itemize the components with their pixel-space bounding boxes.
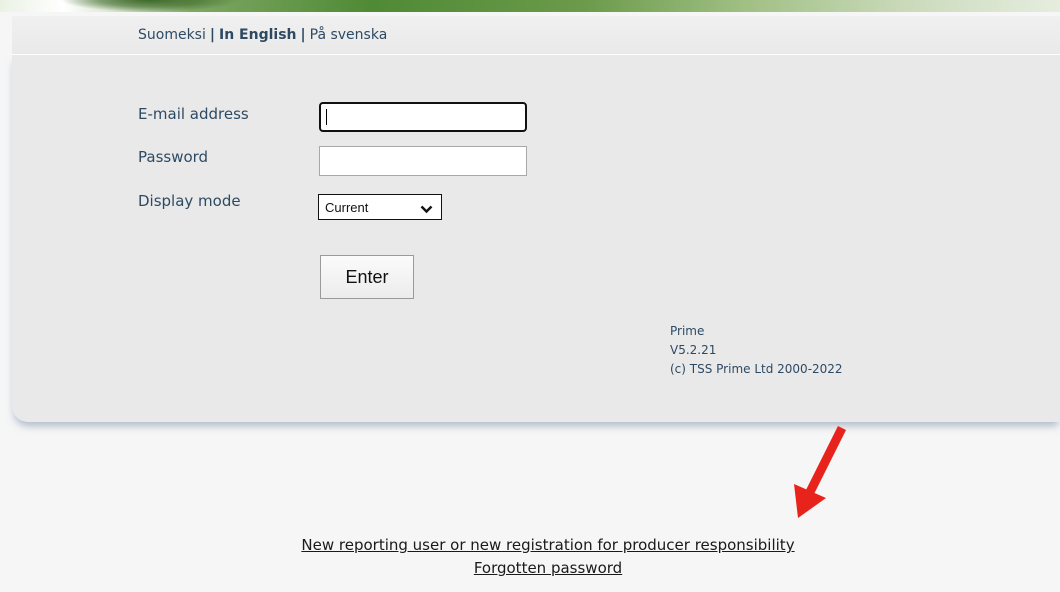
display-mode-selected-value: Current xyxy=(325,200,369,215)
language-separator: | xyxy=(300,27,306,43)
language-bar: Suomeksi | In English | På svenska xyxy=(12,16,1060,55)
new-reporting-user-link[interactable]: New reporting user or new registration f… xyxy=(0,534,1060,557)
copyright-text: (c) TSS Prime Ltd 2000-2022 xyxy=(670,362,843,376)
login-panel: E-mail address Password Display mode Cur… xyxy=(12,55,1060,422)
chevron-down-icon xyxy=(420,202,433,217)
password-input[interactable] xyxy=(319,146,527,176)
header-banner xyxy=(0,0,1060,12)
text-caret xyxy=(326,109,327,125)
language-link-finnish[interactable]: Suomeksi xyxy=(138,27,206,43)
display-mode-select[interactable]: Current xyxy=(318,194,442,220)
language-link-english[interactable]: In English xyxy=(219,27,297,43)
footer-links: New reporting user or new registration f… xyxy=(0,534,1060,580)
forgotten-password-link[interactable]: Forgotten password xyxy=(0,557,1060,580)
banner-swoosh-decoration xyxy=(60,0,240,12)
login-page: Suomeksi | In English | På svenska E-mail ad… xyxy=(0,0,1060,592)
password-label: Password xyxy=(138,148,209,166)
language-switcher: Suomeksi | In English | På svenska xyxy=(138,27,387,43)
display-mode-label: Display mode xyxy=(138,192,241,210)
email-input[interactable] xyxy=(319,102,527,132)
red-arrow-icon xyxy=(790,422,850,526)
language-link-swedish[interactable]: På svenska xyxy=(310,27,388,43)
product-name: Prime xyxy=(670,324,705,338)
version-number: V5.2.21 xyxy=(670,343,717,357)
language-separator: | xyxy=(209,27,215,43)
enter-button[interactable]: Enter xyxy=(320,255,414,299)
email-label: E-mail address xyxy=(138,105,249,123)
version-info: Prime V5.2.21 (c) TSS Prime Ltd 2000-202… xyxy=(670,322,843,379)
